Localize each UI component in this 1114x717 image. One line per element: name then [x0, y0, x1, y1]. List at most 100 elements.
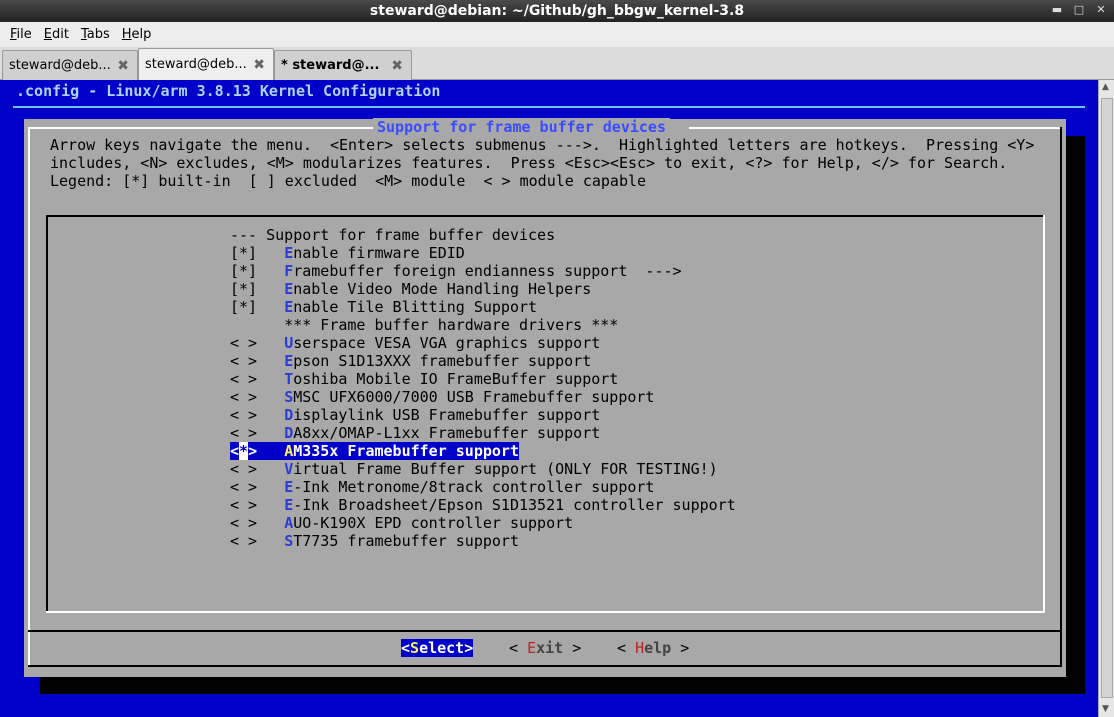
dialog-border-top: [689, 127, 1061, 129]
entry-hotkey: E: [284, 352, 294, 370]
menu-entry[interactable]: < > AUO-K190X EPD controller support: [230, 514, 573, 532]
entry-state: < >: [230, 496, 285, 514]
entry-hotkey: A: [284, 514, 294, 532]
scrollbar[interactable]: ▲ ▼: [1098, 80, 1114, 717]
menubox-border-right: [1043, 215, 1045, 613]
entry-label: oshiba Mobile IO FrameBuffer support: [293, 370, 619, 388]
menubox-border-left: [46, 215, 48, 613]
dialog-border-top: [28, 127, 392, 129]
help-text-line: Arrow keys navigate the menu. <Enter> se…: [50, 136, 1035, 154]
menubar: File Edit Tabs Help: [0, 22, 1114, 47]
entry-label: nable firmware EDID: [293, 244, 465, 262]
dialog-heading: Support for frame buffer devices: [373, 118, 670, 136]
help-button[interactable]: < Help >: [617, 639, 689, 657]
menu-entry[interactable]: [*] Framebuffer foreign endianness suppo…: [230, 262, 682, 280]
menu-entry[interactable]: < > Virtual Frame Buffer support (ONLY F…: [230, 460, 718, 478]
entry-hotkey: V: [284, 460, 294, 478]
dialog-border-right: [1060, 127, 1062, 665]
entry-label: *** Frame buffer hardware drivers ***: [284, 316, 619, 334]
entry-state: [*]: [230, 262, 285, 280]
menu-entry[interactable]: < > ST7735 framebuffer support: [230, 532, 519, 550]
dialog-border-left: [28, 127, 30, 665]
entry-label: -Ink Metronome/8track controller support: [293, 478, 655, 496]
entry-label: isplaylink USB Framebuffer support: [293, 406, 601, 424]
menu-entry-selected[interactable]: <*> AM335x Framebuffer support: [230, 442, 519, 460]
maximize-icon[interactable]: □: [1072, 3, 1086, 17]
entry-label: irtual Frame Buffer support (ONLY FOR TE…: [293, 460, 718, 478]
entry-state: [*]: [230, 280, 285, 298]
entry-hotkey: T: [284, 370, 294, 388]
entry-hotkey: F: [284, 262, 294, 280]
menu-entry[interactable]: < > Epson S1D13XXX framebuffer support: [230, 352, 591, 370]
window-title: steward@debian: ~/Github/gh_bbgw_kernel-…: [369, 3, 745, 19]
entry-label: serspace VESA VGA graphics support: [293, 334, 601, 352]
help-text-line: Legend: [*] built-in [ ] excluded <M> mo…: [50, 172, 647, 190]
entry-state: [*]: [230, 298, 285, 316]
menu-entry[interactable]: < > DA8xx/OMAP-L1xx Framebuffer support: [230, 424, 600, 442]
menu-tabs[interactable]: Tabs: [75, 27, 116, 42]
entry-state: [*]: [230, 244, 285, 262]
entry-label: -Ink Broadsheet/Epson S1D13521 controlle…: [293, 496, 736, 514]
select-button[interactable]: <Select>: [401, 639, 474, 657]
entry-state: [230, 316, 284, 334]
menu-entry[interactable]: --- Support for frame buffer devices: [230, 226, 555, 244]
entry-state: < >: [230, 352, 285, 370]
tab-close-icon[interactable]: ✖: [253, 57, 265, 73]
entry-label: Support for frame buffer devices: [266, 226, 556, 244]
scroll-up-icon[interactable]: ▲: [1102, 82, 1109, 92]
entry-label: nable Video Mode Handling Helpers: [293, 280, 592, 298]
entry-state: < >: [230, 406, 285, 424]
tab-terminal-3[interactable]: * steward@... ✖: [274, 50, 412, 80]
entry-state: < >: [230, 460, 285, 478]
tab-close-icon[interactable]: ✖: [391, 58, 403, 74]
entry-label: A8xx/OMAP-L1xx Framebuffer support: [293, 424, 601, 442]
tab-label: steward@deb...: [9, 58, 111, 73]
menu-help[interactable]: Help: [116, 27, 158, 42]
entry-state: < >: [230, 514, 285, 532]
menu-entry[interactable]: < > Userspace VESA VGA graphics support: [230, 334, 600, 352]
entry-state: < >: [230, 388, 285, 406]
menu-entry[interactable]: [*] Enable Tile Blitting Support: [230, 298, 537, 316]
menu-entry[interactable]: < > Toshiba Mobile IO FrameBuffer suppor…: [230, 370, 618, 388]
menu-edit[interactable]: Edit: [38, 27, 75, 42]
tab-terminal-1[interactable]: steward@deb... ✖: [2, 50, 138, 80]
entry-label: M335x Framebuffer support: [293, 442, 519, 460]
entry-label: T7735 framebuffer support: [293, 532, 519, 550]
menubox-border-bottom: [46, 611, 1045, 613]
menu-entry[interactable]: [*] Enable Video Mode Handling Helpers: [230, 280, 591, 298]
menu-entry[interactable]: < > Displaylink USB Framebuffer support: [230, 406, 600, 424]
help-text-line: includes, <N> excludes, <M> modularizes …: [50, 154, 1008, 172]
terminal-view[interactable]: .config - Linux/arm 3.8.13 Kernel Config…: [0, 80, 1098, 717]
tab-terminal-2[interactable]: steward@deb... ✖: [138, 48, 274, 80]
entry-label: ramebuffer foreign endianness support --…: [293, 262, 682, 280]
entry-label: pson S1D13XXX framebuffer support: [293, 352, 592, 370]
entry-label: nable Tile Blitting Support: [293, 298, 538, 316]
scrollbar-thumb[interactable]: [1101, 98, 1113, 698]
config-title: .config - Linux/arm 3.8.13 Kernel Config…: [16, 82, 441, 100]
menu-entry[interactable]: < > SMSC UFX6000/7000 USB Framebuffer su…: [230, 388, 654, 406]
entry-hotkey: E: [284, 280, 294, 298]
entry-hotkey: E: [284, 298, 294, 316]
entry-hotkey: D: [284, 406, 294, 424]
menu-entry[interactable]: < > E-Ink Metronome/8track controller su…: [230, 478, 654, 496]
exit-button[interactable]: < Exit >: [509, 639, 581, 657]
entry-label: UO-K190X EPD controller support: [293, 514, 574, 532]
entry-hotkey: S: [284, 532, 294, 550]
entry-hotkey: S: [284, 388, 294, 406]
window-controls: ▬ □ ✕: [1050, 3, 1108, 17]
menu-entry[interactable]: *** Frame buffer hardware drivers ***: [230, 316, 618, 334]
tab-close-icon[interactable]: ✖: [117, 58, 129, 74]
entry-state: < >: [230, 478, 285, 496]
minimize-icon[interactable]: ▬: [1050, 3, 1064, 17]
entry-state: < >: [230, 334, 285, 352]
window-titlebar: steward@debian: ~/Github/gh_bbgw_kernel-…: [0, 0, 1114, 22]
tab-label: * steward@...: [281, 58, 380, 73]
menu-entry[interactable]: < > E-Ink Broadsheet/Epson S1D13521 cont…: [230, 496, 736, 514]
menu-file[interactable]: File: [4, 27, 38, 42]
tab-bar: steward@deb... ✖ steward@deb... ✖ * stew…: [0, 47, 1114, 80]
cursor: *: [239, 442, 249, 460]
close-icon[interactable]: ✕: [1094, 3, 1108, 17]
scroll-down-icon[interactable]: ▼: [1102, 704, 1109, 714]
entry-hotkey: U: [284, 334, 294, 352]
menu-entry[interactable]: [*] Enable firmware EDID: [230, 244, 465, 262]
